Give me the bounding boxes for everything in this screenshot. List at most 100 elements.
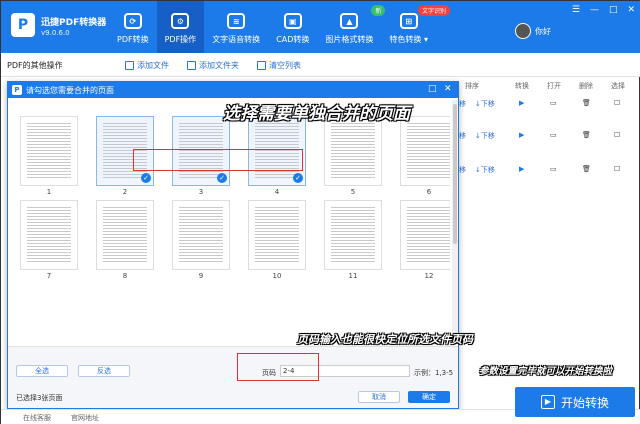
checkbox[interactable]: ☐ <box>614 99 620 107</box>
play-icon[interactable]: ▶ <box>519 99 524 107</box>
add-folder-label: 添加文件夹 <box>199 61 239 70</box>
list-header: 排序 转换 打开 删除 选择 <box>457 81 639 93</box>
page-thumbnail[interactable] <box>400 116 450 186</box>
nav-pdf-convert[interactable]: ⟳ PDF转换 <box>109 1 157 53</box>
page-number: 4 <box>274 188 280 196</box>
page-number: 6 <box>426 188 432 196</box>
page-number: 9 <box>198 272 204 280</box>
page-thumbnail[interactable] <box>96 200 154 270</box>
nav-label: 特色转换 ▾ <box>389 35 428 44</box>
app-logo-icon: P <box>11 13 35 37</box>
trash-icon[interactable]: 🗑 <box>582 99 591 107</box>
nav-label: CAD转换 <box>276 35 310 44</box>
open-folder-icon[interactable]: ▭ <box>550 99 557 107</box>
ocr-badge: 文字识别 <box>417 5 450 16</box>
start-convert-button[interactable]: ▶ 开始转换 <box>515 387 635 417</box>
move-down-button[interactable]: ↓下移 <box>475 165 495 175</box>
app-window: P 迅捷PDF转换器 v9.0.6.0 ⟳ PDF转换 ⚙ PDF操作 ≋ 文字… <box>0 0 640 424</box>
nav-special-convert[interactable]: ⊞ 特色转换 ▾ 文字识别 <box>381 1 450 53</box>
avatar[interactable] <box>515 23 531 39</box>
add-file-button[interactable]: 添加文件 <box>125 60 169 71</box>
trash-icon[interactable]: 🗑 <box>582 165 591 173</box>
page-preview <box>27 123 71 179</box>
open-folder-icon[interactable]: ▭ <box>550 165 557 173</box>
page-number: 5 <box>350 188 356 196</box>
gear-icon: ⚙ <box>171 13 190 29</box>
online-service-link[interactable]: 在线客服 <box>23 413 51 423</box>
dialog-title: 请勾选您需要合并的页面 <box>26 86 114 95</box>
page-thumbnail[interactable] <box>324 116 382 186</box>
checkbox[interactable]: ☐ <box>614 165 620 173</box>
check-icon[interactable]: ✓ <box>141 173 151 183</box>
selection-highlight <box>133 149 303 171</box>
page-thumbnail[interactable] <box>324 200 382 270</box>
page-preview <box>331 207 375 263</box>
page-preview <box>331 123 375 179</box>
callout-select-pages: 选择需要单独合并的页面 <box>223 104 410 124</box>
select-all-button[interactable]: 全选 <box>16 365 68 377</box>
website-link[interactable]: 官网地址 <box>71 413 99 423</box>
username[interactable]: 你好 <box>535 26 551 37</box>
nav-label: 文字语音转换 <box>212 35 261 44</box>
page-number: 11 <box>348 272 358 280</box>
minimize-icon[interactable]: — <box>590 5 599 15</box>
cancel-button[interactable]: 取消 <box>358 391 400 403</box>
check-icon[interactable]: ✓ <box>217 173 227 183</box>
page-thumbnail[interactable] <box>400 200 450 270</box>
image-icon: ▲ <box>340 13 359 29</box>
move-down-button[interactable]: ↓下移 <box>475 131 495 141</box>
checkbox[interactable]: ☐ <box>614 131 620 139</box>
col-open: 打开 <box>547 82 561 90</box>
page-number: 8 <box>122 272 128 280</box>
page-thumbnail[interactable] <box>248 200 306 270</box>
page-number: 3 <box>198 188 204 196</box>
nav-label: PDF转换 <box>117 35 149 44</box>
top-bar: P 迅捷PDF转换器 v9.0.6.0 ⟳ PDF转换 ⚙ PDF操作 ≋ 文字… <box>1 1 640 53</box>
nav-pdf-operations[interactable]: ⚙ PDF操作 <box>156 1 205 53</box>
nav-cad-convert[interactable]: ▣ CAD转换 <box>268 1 317 53</box>
page-thumbnail[interactable] <box>172 200 230 270</box>
page-preview <box>255 207 299 263</box>
merge-pages-dialog: P 请勾选您需要合并的页面 □ ✕ 1 ✓ 2 ✓ 3 ✓ 4 5 6 7 8 9 10 11 12 全选 … <box>7 81 459 409</box>
page-thumbnail[interactable] <box>20 116 78 186</box>
close-icon[interactable]: ✕ <box>627 5 635 15</box>
open-folder-icon[interactable]: ▭ <box>550 131 557 139</box>
play-icon[interactable]: ▶ <box>519 165 524 173</box>
close-icon[interactable]: ✕ <box>444 84 452 94</box>
nav-image-convert[interactable]: ▲ 图片格式转换 新 <box>317 1 386 53</box>
toolbar: PDF的其他操作 添加文件 添加文件夹 清空列表 <box>1 53 640 77</box>
section-title: PDF的其他操作 <box>7 61 63 70</box>
move-down-button[interactable]: ↓下移 <box>475 99 495 109</box>
play-icon[interactable]: ▶ <box>519 131 524 139</box>
cad-icon: ▣ <box>283 13 302 29</box>
menu-icon[interactable]: ☰ <box>572 5 580 15</box>
check-icon[interactable]: ✓ <box>293 173 303 183</box>
dialog-header: P 请勾选您需要合并的页面 □ ✕ <box>8 82 458 98</box>
list-item: 移 ↓下移 ▶ ▭ 🗑 ☐ <box>459 165 621 175</box>
callout-start: 参数设置完毕就可以开始转换啦 <box>479 366 613 377</box>
invert-selection-button[interactable]: 反选 <box>78 365 130 377</box>
folder-icon <box>187 61 196 70</box>
app-version: v9.0.6.0 <box>41 29 70 37</box>
page-thumbnail[interactable] <box>20 200 78 270</box>
nav-text-speech[interactable]: ≋ 文字语音转换 <box>204 1 268 53</box>
maximize-icon[interactable]: □ <box>609 5 618 15</box>
confirm-button[interactable]: 确定 <box>408 391 450 403</box>
maximize-icon[interactable]: □ <box>428 84 437 94</box>
clear-list-button[interactable]: 清空列表 <box>257 60 301 71</box>
clear-list-label: 清空列表 <box>269 61 301 70</box>
col-sort: 排序 <box>465 82 479 90</box>
window-controls: ☰ — □ ✕ <box>572 5 635 15</box>
trash-icon[interactable]: 🗑 <box>582 131 591 139</box>
page-thumbnail-grid: 1 ✓ 2 ✓ 3 ✓ 4 5 6 7 8 9 10 11 12 <box>12 100 450 344</box>
col-convert: 转换 <box>515 82 529 90</box>
scrollbar-thumb[interactable] <box>453 104 457 244</box>
file-list: 排序 转换 打开 删除 选择 移 ↓下移 ▶ ▭ 🗑 ☐ 移 ↓下移 ▶ ▭ 🗑… <box>457 79 639 379</box>
page-number: 1 <box>46 188 52 196</box>
selected-count: 已选择3张页面 <box>16 394 63 402</box>
play-icon: ▶ <box>540 395 555 409</box>
nav-label: 图片格式转换 <box>325 35 374 44</box>
hierarchy-icon: ⊞ <box>399 13 418 29</box>
scrollbar[interactable] <box>452 100 458 344</box>
add-folder-button[interactable]: 添加文件夹 <box>187 60 239 71</box>
